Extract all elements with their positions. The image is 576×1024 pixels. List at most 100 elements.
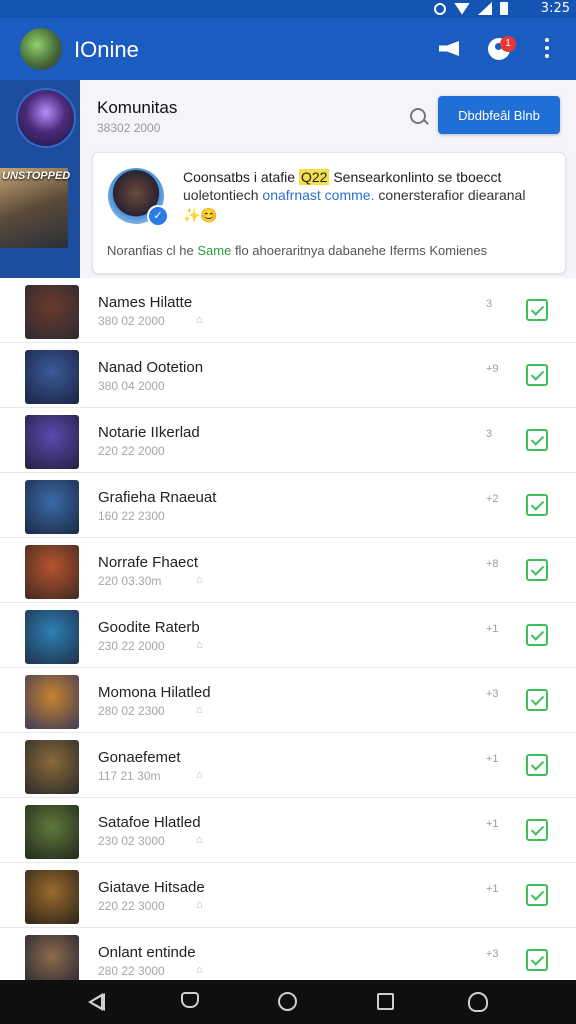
member-name: Giatave Hitsade bbox=[98, 879, 205, 896]
list-item[interactable]: Goodite Raterb 230 22 2000 ⌂ +1 bbox=[0, 603, 576, 668]
checkbox-checked-icon[interactable] bbox=[526, 819, 548, 841]
card-text-line-1: Coonsatbs i atafie Q22 Sensearkonlinto s… bbox=[183, 169, 501, 185]
page-title: Komunitas bbox=[97, 98, 178, 117]
alarm-icon bbox=[434, 2, 446, 15]
pin-icon: ⌂ bbox=[196, 769, 203, 781]
member-avatar bbox=[25, 740, 79, 794]
list-item[interactable]: Notarie IIkerlad 220 22 2000 3 bbox=[0, 408, 576, 473]
member-count-badge: +3 bbox=[486, 688, 499, 700]
member-date: 230 02 3000 bbox=[98, 834, 165, 848]
card-text-part: Noranfias cl he bbox=[107, 243, 194, 258]
member-count-badge: +1 bbox=[486, 753, 499, 765]
member-count-badge: +9 bbox=[486, 363, 499, 375]
card-text-part: Sensearkonlinto se tboecct bbox=[333, 169, 502, 185]
card-text-part: flo ahoeraritnya dabanehe Iferms Komiene… bbox=[234, 243, 488, 258]
member-avatar bbox=[25, 415, 79, 469]
join-button[interactable]: Dbdbfeâl Blnb bbox=[438, 96, 560, 134]
assistant-nav-icon[interactable] bbox=[180, 992, 202, 1012]
pin-icon: ⌂ bbox=[196, 834, 203, 846]
app-logo[interactable] bbox=[20, 28, 62, 70]
search-icon[interactable] bbox=[410, 108, 426, 124]
community-side-strip: UNSTOPPED bbox=[0, 80, 80, 278]
community-header: Komunitas 38302 2000 Dbdbfeâl Blnb ✓ Coo… bbox=[80, 80, 576, 278]
pin-icon: ⌂ bbox=[196, 574, 203, 586]
card-text-part: Coonsatbs i atafie bbox=[183, 169, 296, 185]
list-item[interactable]: Gonaefemet 117 21 30m ⌂ +1 bbox=[0, 733, 576, 798]
member-date: 220 22 2000 bbox=[98, 444, 165, 458]
member-avatar bbox=[25, 870, 79, 924]
member-name: Goodite Raterb bbox=[98, 619, 200, 636]
home-nav-icon[interactable] bbox=[278, 992, 300, 1012]
checkbox-checked-icon[interactable] bbox=[526, 624, 548, 646]
member-date: 230 22 2000 bbox=[98, 639, 165, 653]
checkbox-checked-icon[interactable] bbox=[526, 884, 548, 906]
notification-badge: 1 bbox=[500, 36, 516, 52]
checkbox-checked-icon[interactable] bbox=[526, 949, 548, 971]
member-date: 117 21 30m bbox=[98, 769, 161, 783]
member-avatar bbox=[25, 350, 79, 404]
pin-icon: ⌂ bbox=[196, 639, 203, 651]
member-name: Notarie IIkerlad bbox=[98, 424, 200, 441]
checkbox-checked-icon[interactable] bbox=[526, 494, 548, 516]
status-time: 3:25 bbox=[540, 1, 570, 16]
pin-icon: ⌂ bbox=[196, 314, 203, 326]
recents-nav-icon[interactable] bbox=[376, 992, 398, 1012]
list-item[interactable]: Names Hilatte 380 02 2000 ⌂ 3 bbox=[0, 278, 576, 343]
app-bar: IOnine 1 bbox=[0, 18, 576, 80]
status-bar: 3:25 bbox=[0, 0, 576, 18]
member-count-badge: +8 bbox=[486, 558, 499, 570]
list-item[interactable]: Satafoe Hlatled 230 02 3000 ⌂ +1 bbox=[0, 798, 576, 863]
member-date: 280 22 3000 bbox=[98, 964, 165, 978]
member-avatar bbox=[25, 285, 79, 339]
status-icons bbox=[434, 2, 508, 15]
list-item[interactable]: Norrafe Fhaect 220 03.30m ⌂ +8 bbox=[0, 538, 576, 603]
member-name: Momona Hilatled bbox=[98, 684, 211, 701]
member-date: 220 03.30m bbox=[98, 574, 162, 588]
card-text-part: uoletontiech bbox=[183, 187, 259, 203]
game-banner-text: UNSTOPPED bbox=[2, 170, 71, 182]
checkbox-checked-icon[interactable] bbox=[526, 364, 548, 386]
member-avatar bbox=[25, 480, 79, 534]
card-highlight-yellow: Q22 bbox=[298, 169, 330, 185]
community-member-count: 38302 2000 bbox=[97, 121, 161, 135]
card-highlight-green: Same bbox=[197, 243, 232, 258]
extra-nav-icon[interactable] bbox=[468, 992, 490, 1012]
pin-icon: ⌂ bbox=[196, 964, 203, 976]
member-name: Gonaefemet bbox=[98, 749, 181, 766]
member-name: Onlant entinde bbox=[98, 944, 196, 961]
list-item[interactable]: Momona Hilatled 280 02 2300 ⌂ +3 bbox=[0, 668, 576, 733]
pin-icon: ⌂ bbox=[196, 704, 203, 716]
list-item[interactable]: Grafieha Rnaeuat 160 22 2300 +2 bbox=[0, 473, 576, 538]
card-link-text[interactable]: onafrnast comme. bbox=[262, 187, 374, 203]
list-item[interactable]: Giatave Hitsade 220 22 3000 ⌂ +1 bbox=[0, 863, 576, 928]
checkbox-checked-icon[interactable] bbox=[526, 299, 548, 321]
member-date: 220 22 3000 bbox=[98, 899, 165, 913]
member-date: 380 02 2000 bbox=[98, 314, 165, 328]
card-footer-text: Noranfias cl he Same flo ahoeraritnya da… bbox=[107, 243, 487, 258]
checkbox-checked-icon[interactable] bbox=[526, 754, 548, 776]
member-name: Norrafe Fhaect bbox=[98, 554, 199, 571]
list-item[interactable]: Nanad Ootetion 380 04 2000 +9 bbox=[0, 343, 576, 408]
more-options-icon[interactable] bbox=[540, 36, 554, 62]
checkbox-checked-icon[interactable] bbox=[526, 689, 548, 711]
member-name: Satafoe Hlatled bbox=[98, 814, 201, 831]
back-nav-icon[interactable] bbox=[86, 992, 108, 1012]
checkbox-checked-icon[interactable] bbox=[526, 559, 548, 581]
member-date: 160 22 2300 bbox=[98, 509, 165, 523]
verified-check-icon: ✓ bbox=[147, 205, 169, 227]
community-avatar[interactable] bbox=[16, 88, 76, 148]
card-text-part: conersterafior diearanal bbox=[378, 187, 526, 203]
megaphone-icon[interactable] bbox=[436, 36, 462, 62]
checkbox-checked-icon[interactable] bbox=[526, 429, 548, 451]
member-count-badge: 3 bbox=[486, 428, 493, 440]
community-info-card: ✓ Coonsatbs i atafie Q22 Sensearkonlinto… bbox=[92, 152, 566, 274]
app-title: IOnine bbox=[74, 37, 139, 62]
member-name: Names Hilatte bbox=[98, 294, 193, 311]
pin-icon: ⌂ bbox=[196, 899, 203, 911]
system-nav-bar bbox=[0, 980, 576, 1024]
member-list: Names Hilatte 380 02 2000 ⌂ 3 Nanad Ootetion… bbox=[0, 278, 576, 993]
member-name: Nanad Ootetion bbox=[98, 359, 204, 376]
sparkle-emoji-icon: ✨😊 bbox=[183, 207, 218, 223]
member-count-badge: +1 bbox=[486, 883, 499, 895]
member-date: 380 04 2000 bbox=[98, 379, 165, 393]
